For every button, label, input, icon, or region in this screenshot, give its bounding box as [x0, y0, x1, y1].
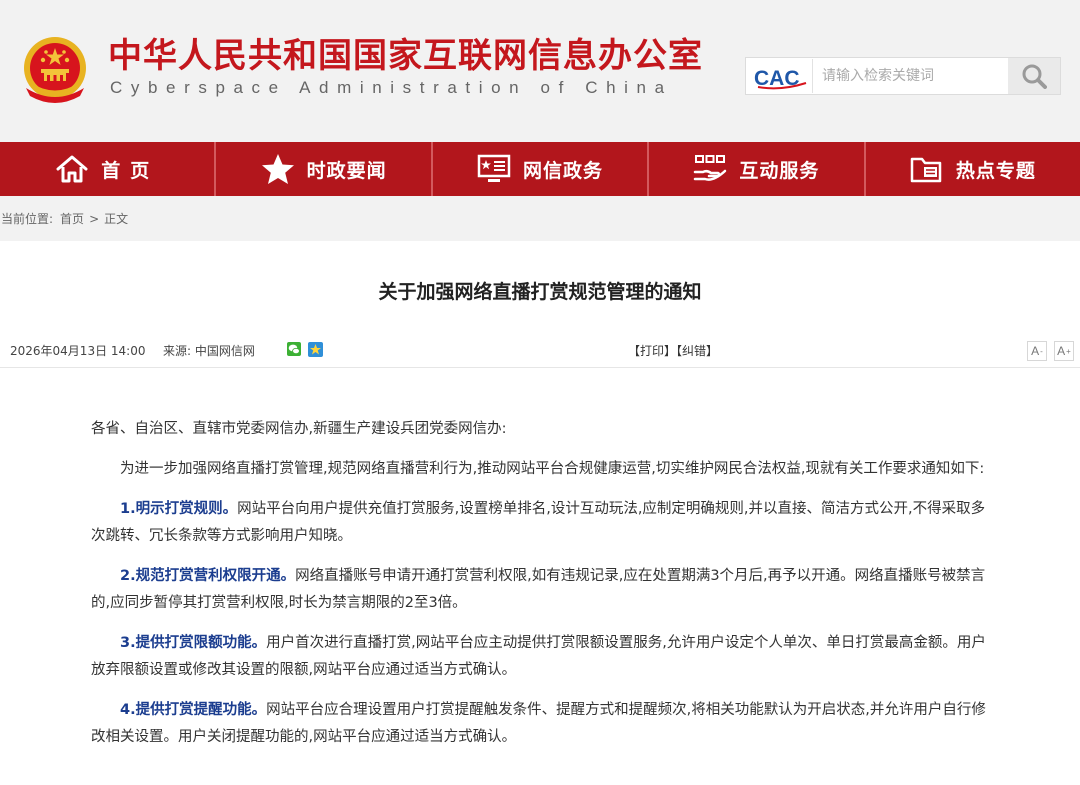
nav-label-service: 互动服务	[739, 159, 820, 182]
article-meta: 2026年04月13日 14:00 来源: 中国网信网 【打印】【纠错】 A- …	[0, 330, 1080, 368]
search-input[interactable]	[812, 59, 1008, 93]
folder-icon	[910, 157, 942, 183]
article-item: 3.提供打赏限额功能。用户首次进行直播打赏,网站平台应主动提供打赏限额设置服务,…	[91, 630, 996, 684]
breadcrumb: 当前位置: 首页 > 正文	[0, 196, 1080, 241]
breadcrumb-home-link[interactable]: 首页	[60, 210, 84, 227]
font-increase-sign: +	[1066, 346, 1071, 356]
search-box: CAC	[745, 57, 1061, 95]
cac-logo-icon: CAC	[754, 67, 807, 90]
nav-label-topics: 热点专题	[955, 159, 1036, 182]
star-icon	[261, 154, 294, 184]
nav-label-affairs: 网信政务	[523, 159, 604, 182]
font-decrease-sign: -	[1040, 346, 1043, 356]
nav-item-topics[interactable]: 热点专题	[866, 142, 1080, 196]
hand-service-icon	[694, 155, 727, 181]
font-increase-label: A	[1057, 344, 1066, 358]
font-decrease-button[interactable]: A-	[1027, 341, 1047, 361]
article-item: 4.提供打赏提醒功能。网站平台应合理设置用户打赏提醒触发条件、提醒方式和提醒频次…	[91, 697, 996, 751]
item-heading: 1.明示打赏规则。	[120, 501, 238, 517]
nav-item-affairs[interactable]: 网信政务	[433, 142, 650, 196]
font-decrease-label: A	[1031, 344, 1040, 358]
nav-label-home: 首页	[101, 159, 160, 182]
monitor-icon	[477, 154, 511, 182]
site-header: 中华人民共和国国家互联网信息办公室 Cyberspace Administrat…	[0, 0, 1080, 142]
nav-item-home[interactable]: 首页	[0, 142, 217, 196]
correct-link[interactable]: 【纠错】	[676, 344, 718, 358]
item-heading: 2.规范打赏营利权限开通。	[120, 568, 296, 584]
national-emblem-icon	[24, 37, 86, 103]
font-increase-button[interactable]: A +	[1054, 341, 1074, 361]
breadcrumb-lead: 当前位置:	[1, 212, 54, 226]
article-item: 1.明示打赏规则。网站平台向用户提供充值打赏服务,设置榜单排名,设计互动玩法,应…	[91, 496, 996, 550]
item-heading: 4.提供打赏提醒功能。	[120, 702, 267, 718]
home-icon	[56, 155, 88, 183]
nav-label-news: 时政要闻	[306, 159, 387, 182]
article-intro: 为进一步加强网络直播打赏管理,规范网络直播营利行为,推动网站平台合规健康运营,切…	[120, 461, 985, 477]
article-title: 关于加强网络直播打赏规范管理的通知	[378, 281, 702, 303]
site-subtitle: Cyberspace Administration of China	[110, 78, 673, 97]
article-tools: 【打印】【纠错】	[628, 342, 718, 359]
nav-item-service[interactable]: 互动服务	[649, 142, 866, 196]
article-salutation: 各省、自治区、直辖市党委网信办,新疆生产建设兵团党委网信办:	[91, 421, 507, 437]
site-title: 中华人民共和国国家互联网信息办公室	[108, 36, 703, 76]
search-button[interactable]	[1008, 58, 1060, 94]
nav-item-news[interactable]: 时政要闻	[216, 142, 433, 196]
search-icon	[1022, 64, 1047, 89]
print-link[interactable]: 【打印】	[628, 344, 676, 358]
article-item: 2.规范打赏营利权限开通。网络直播账号申请开通打赏营利权限,如有违规记录,应在处…	[91, 563, 996, 617]
breadcrumb-current: 正文	[104, 212, 129, 226]
qzone-share-icon[interactable]	[308, 342, 323, 357]
wechat-share-icon[interactable]	[287, 342, 301, 356]
breadcrumb-separator: >	[89, 211, 100, 226]
item-heading: 3.提供打赏限额功能。	[120, 635, 267, 651]
article-source: 来源: 中国网信网	[163, 344, 255, 358]
main-nav: 首页 时政要闻 网信政务 互动服务 热点专题	[0, 142, 1080, 196]
article-datetime: 2026年04月13日 14:00	[10, 344, 146, 358]
article-body: 各省、自治区、直辖市党委网信办,新疆生产建设兵团党委网信办: 为进一步加强网络直…	[91, 416, 996, 764]
